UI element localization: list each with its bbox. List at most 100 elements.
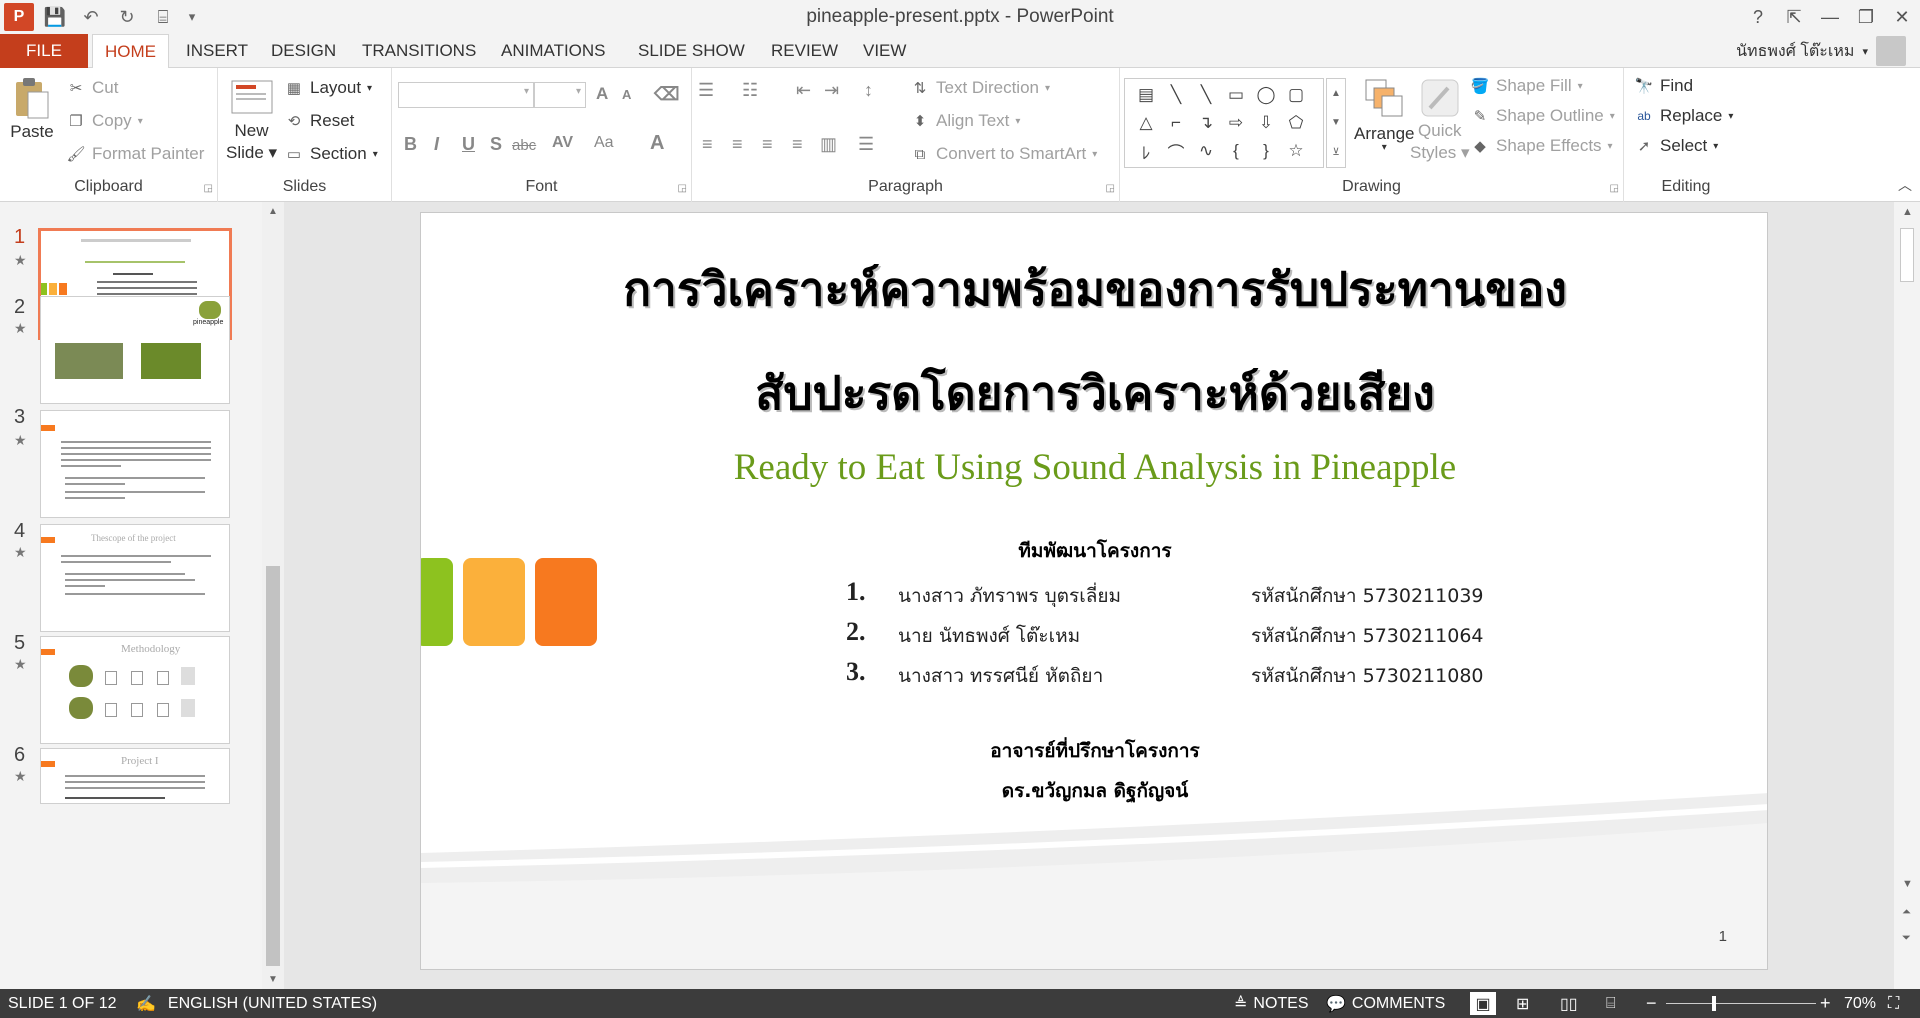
shape-right-brace-icon[interactable]: } [1263, 141, 1269, 161]
previous-slide-icon[interactable]: ⏶ [1902, 906, 1911, 919]
language-indicator[interactable]: ✍ ENGLISH (UNITED STATES) [136, 989, 377, 1018]
tab-file[interactable]: FILE [0, 34, 88, 68]
grow-font-icon[interactable]: A [596, 84, 608, 104]
arrange-button[interactable]: Arrange ▾ [1354, 76, 1414, 153]
cut-button[interactable]: ✂ Cut [66, 78, 119, 98]
paragraph-options-icon[interactable]: ☰ [858, 134, 874, 155]
paste-button[interactable]: Paste [10, 76, 54, 142]
strikethrough-button[interactable]: abc [512, 137, 536, 154]
numbering-icon[interactable]: ☷ [742, 80, 758, 101]
copy-button[interactable]: ❐ Copy ▾ [66, 111, 142, 131]
zoom-slider-track[interactable] [1666, 1003, 1816, 1004]
comments-button[interactable]: 💬 COMMENTS [1326, 989, 1445, 1018]
clipboard-launcher-icon[interactable]: ◲ [204, 183, 213, 194]
minimize-icon[interactable]: — [1812, 0, 1848, 34]
layout-button[interactable]: ▦ Layout ▾ [284, 78, 372, 98]
collapse-ribbon-icon[interactable]: ︿ [1898, 175, 1912, 195]
underline-button[interactable]: U [462, 134, 475, 155]
shape-curve-icon[interactable]: ∿ [1199, 141, 1213, 161]
text-shadow-button[interactable]: S [490, 134, 502, 155]
quick-styles-button[interactable]: Quick Styles ▾ [1410, 76, 1470, 164]
maximize-icon[interactable]: ❐ [1848, 0, 1884, 34]
scroll-up-icon[interactable]: ▲ [268, 206, 278, 217]
zoom-out-button[interactable]: − [1646, 989, 1657, 1018]
slide-sorter-icon[interactable]: ⊞ [1516, 989, 1529, 1018]
ribbon-display-options-icon[interactable]: ⇱ [1776, 0, 1812, 34]
shapes-gallery[interactable]: ▤ ╲ ╲ ▭ ◯ ▢ △ ⌐ ↴ ⇨ ⇩ ⬠ ﾚ ⌒ ∿ { } ☆ [1124, 78, 1324, 168]
increase-indent-icon[interactable]: ⇥ [824, 80, 839, 101]
advisor-title[interactable]: อาจารย์ที่ปรึกษาโครงการ [421, 736, 1767, 766]
shape-elbow-arrow-icon[interactable]: ↴ [1199, 113, 1213, 133]
font-name-combo[interactable]: ▾ [398, 82, 534, 108]
shape-triangle-icon[interactable]: △ [1139, 113, 1152, 133]
shape-fill-button[interactable]: 🪣 Shape Fill ▾ [1470, 76, 1583, 96]
help-icon[interactable]: ? [1740, 0, 1776, 34]
shape-arc-icon[interactable]: ⌒ [1168, 139, 1185, 164]
find-button[interactable]: 🔭 Find [1634, 76, 1693, 96]
shape-left-brace-icon[interactable]: { [1233, 141, 1239, 161]
tab-home[interactable]: HOME [92, 34, 169, 69]
reset-button[interactable]: ⟲ Reset [284, 111, 355, 131]
shape-arrow-line-icon[interactable]: ╲ [1201, 85, 1211, 105]
shape-textbox-icon[interactable]: ▤ [1138, 85, 1154, 105]
change-case-button[interactable]: Aa [594, 134, 614, 152]
next-slide-icon[interactable]: ⏷ [1902, 932, 1911, 945]
shape-oval-icon[interactable]: ◯ [1256, 85, 1275, 105]
reading-view-icon[interactable]: ▯▯ [1560, 989, 1578, 1018]
shape-curved-connector-icon[interactable]: ﾚ [1142, 139, 1151, 164]
format-painter-button[interactable]: 🖌 Format Painter [66, 144, 204, 164]
user-account[interactable]: นัทธพงศ์ โต๊ะเหม ▾ [1736, 36, 1906, 66]
notes-button[interactable]: ≜ NOTES [1234, 989, 1309, 1018]
align-text-button[interactable]: ⬍ Align Text ▾ [910, 111, 1021, 131]
select-button[interactable]: ➚ Select ▾ [1634, 136, 1719, 156]
section-button[interactable]: ▭ Section ▾ [284, 144, 378, 164]
columns-icon[interactable]: ▥ [820, 134, 837, 155]
replace-button[interactable]: ab Replace ▾ [1634, 106, 1733, 126]
align-left-icon[interactable]: ≡ [702, 134, 713, 155]
thumbnail-scrollbar[interactable]: ▲ ▼ [262, 202, 284, 989]
shape-rounded-rect-icon[interactable]: ▢ [1288, 85, 1304, 105]
tab-review[interactable]: REVIEW [759, 34, 850, 68]
align-center-icon[interactable]: ≡ [732, 134, 743, 155]
bold-button[interactable]: B [404, 134, 417, 155]
paragraph-launcher-icon[interactable]: ◲ [1106, 183, 1115, 194]
clear-formatting-icon[interactable]: ⌫ [654, 84, 679, 105]
line-spacing-icon[interactable]: ↕ [864, 80, 873, 101]
tab-insert[interactable]: INSERT [174, 34, 260, 68]
font-size-combo[interactable]: ▾ [534, 82, 586, 108]
zoom-level[interactable]: 70% [1844, 989, 1876, 1018]
align-right-icon[interactable]: ≡ [762, 134, 773, 155]
fit-slide-icon[interactable]: ⛶ [1888, 989, 1899, 1018]
bullets-icon[interactable]: ☰ [698, 80, 714, 101]
tab-animations[interactable]: ANIMATIONS [489, 34, 618, 68]
shape-line-icon[interactable]: ╲ [1171, 85, 1181, 105]
zoom-slider-thumb[interactable] [1712, 996, 1716, 1011]
character-spacing-button[interactable]: AV [552, 134, 573, 152]
drawing-launcher-icon[interactable]: ◲ [1610, 183, 1619, 194]
scroll-down-icon[interactable]: ▼ [1902, 878, 1913, 890]
shape-rectangle-icon[interactable]: ▭ [1228, 85, 1244, 105]
shape-elbow-connector-icon[interactable]: ⌐ [1171, 113, 1181, 133]
slide-scroll-thumb[interactable] [1900, 228, 1914, 282]
normal-view-icon[interactable]: ▣ [1470, 992, 1496, 1015]
slide-show-icon[interactable]: ⌸ [1606, 989, 1616, 1018]
slide-canvas[interactable]: การวิเคราะห์ความพร้อมของการรับประทานของ … [420, 212, 1768, 970]
italic-button[interactable]: I [434, 134, 439, 155]
shapes-gallery-scroll[interactable]: ▲ ▼ ⊻ [1326, 78, 1346, 168]
convert-smartart-button[interactable]: ⧉ Convert to SmartArt ▾ [910, 144, 1098, 164]
close-icon[interactable]: ✕ [1884, 0, 1920, 34]
scroll-down-icon[interactable]: ▼ [268, 974, 278, 985]
shape-effects-button[interactable]: ◆ Shape Effects ▾ [1470, 136, 1612, 156]
scroll-up-icon[interactable]: ▲ [1902, 206, 1913, 218]
tab-transitions[interactable]: TRANSITIONS [350, 34, 488, 68]
thumbnail-scroll-thumb[interactable] [266, 566, 280, 966]
shrink-font-icon[interactable]: A [622, 87, 631, 102]
font-color-button[interactable]: A [650, 132, 664, 155]
new-slide-button[interactable]: New Slide ▾ [226, 76, 277, 164]
shape-star-icon[interactable]: ☆ [1288, 141, 1303, 161]
shape-down-arrow-icon[interactable]: ⇩ [1259, 113, 1273, 133]
justify-icon[interactable]: ≡ [792, 134, 803, 155]
shape-right-arrow-icon[interactable]: ⇨ [1229, 113, 1243, 133]
slide-indicator[interactable]: SLIDE 1 OF 12 [8, 989, 117, 1018]
slide-subtitle[interactable]: Ready to Eat Using Sound Analysis in Pin… [421, 446, 1767, 489]
